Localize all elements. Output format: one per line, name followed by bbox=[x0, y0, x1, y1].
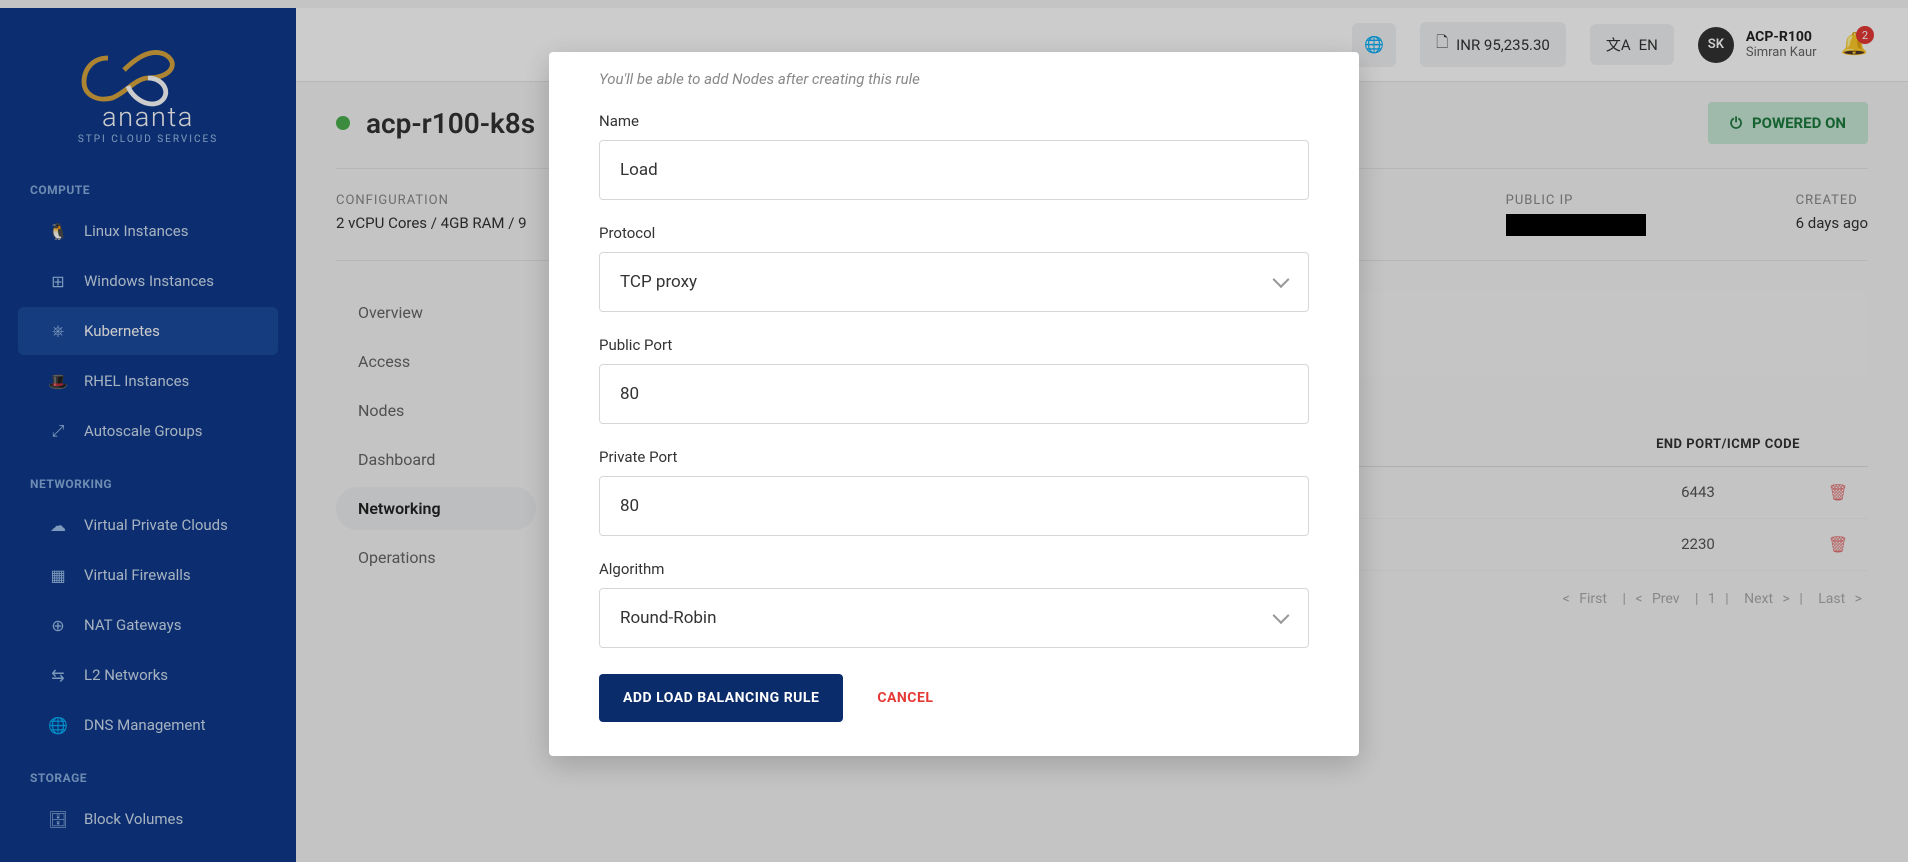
algorithm-select[interactable] bbox=[599, 588, 1309, 648]
algorithm-label: Algorithm bbox=[599, 560, 1309, 578]
add-rule-button[interactable]: ADD LOAD BALANCING RULE bbox=[599, 674, 843, 722]
public-port-label: Public Port bbox=[599, 336, 1309, 354]
cancel-button[interactable]: CANCEL bbox=[877, 690, 933, 706]
private-port-input[interactable] bbox=[599, 476, 1309, 536]
private-port-label: Private Port bbox=[599, 448, 1309, 466]
name-input[interactable] bbox=[599, 140, 1309, 200]
protocol-label: Protocol bbox=[599, 224, 1309, 242]
modal-hint: You'll be able to add Nodes after creati… bbox=[599, 70, 1309, 88]
add-load-balancing-rule-modal: You'll be able to add Nodes after creati… bbox=[549, 52, 1359, 756]
public-port-input[interactable] bbox=[599, 364, 1309, 424]
protocol-select[interactable] bbox=[599, 252, 1309, 312]
name-label: Name bbox=[599, 112, 1309, 130]
modal-overlay: You'll be able to add Nodes after creati… bbox=[0, 0, 1908, 862]
